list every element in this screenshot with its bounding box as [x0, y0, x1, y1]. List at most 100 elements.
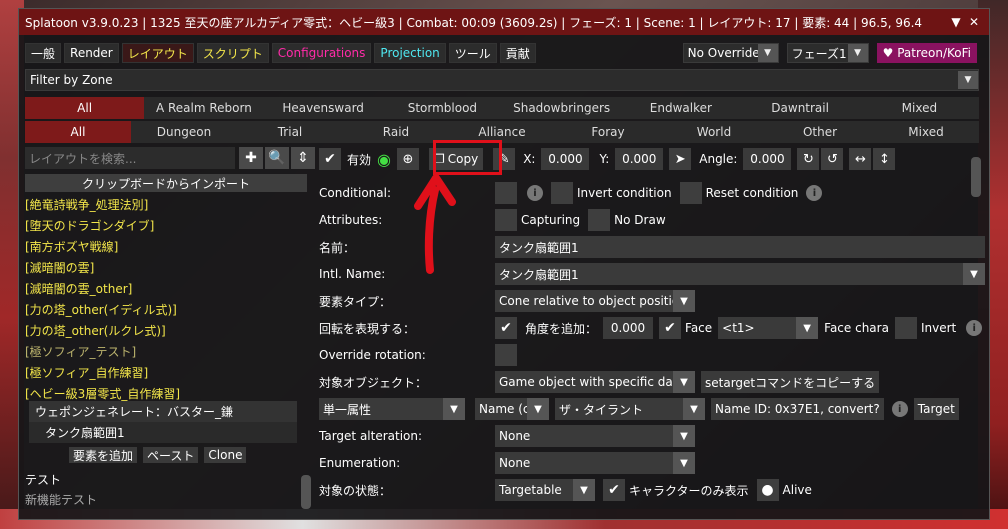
- override-rotation-checkbox[interactable]: [495, 344, 517, 366]
- chevron-down-icon[interactable]: ▼: [673, 452, 695, 474]
- expansion-arr[interactable]: A Realm Reborn: [144, 97, 264, 119]
- tab-layouts[interactable]: レイアウト: [121, 43, 194, 63]
- angle-input[interactable]: 0.000: [743, 148, 792, 170]
- no-draw-checkbox[interactable]: [588, 209, 611, 231]
- x-input[interactable]: 0.000: [541, 148, 590, 170]
- flip-vertical-icon[interactable]: ↕: [873, 148, 896, 170]
- title-bar[interactable]: Splatoon v3.9.0.23 | 1325 至天の座アルカディア零式：ヘ…: [19, 9, 989, 35]
- close-icon[interactable]: ✕: [965, 15, 983, 29]
- add-element-button[interactable]: 要素を追加: [69, 447, 138, 463]
- info-icon[interactable]: i: [891, 401, 908, 417]
- intl-name-combo[interactable]: タンク扇範囲1 ▼: [495, 263, 985, 285]
- expansion-dt[interactable]: Dawntrail: [740, 97, 860, 119]
- target-state-combo[interactable]: Targetable ▼: [495, 479, 595, 501]
- list-item[interactable]: [滅暗闇の雲_other]: [25, 278, 307, 299]
- name-type-combo[interactable]: Name (c ▼: [475, 398, 549, 420]
- chevron-down-icon[interactable]: ▼: [963, 263, 985, 285]
- collapse-icon[interactable]: ▼: [947, 15, 965, 29]
- expansion-all[interactable]: All: [25, 97, 145, 119]
- eye-icon[interactable]: ◉: [377, 150, 391, 169]
- clone-button[interactable]: Clone: [204, 447, 247, 463]
- target-object-combo[interactable]: Game object with specific data ▼: [495, 371, 695, 393]
- name-id-button[interactable]: Name ID: 0x37E1, convert?: [711, 398, 884, 420]
- expansion-shb[interactable]: Shadowbringers: [502, 97, 622, 119]
- info-icon[interactable]: i: [527, 185, 543, 201]
- y-input[interactable]: 0.000: [615, 148, 664, 170]
- expansion-ew[interactable]: Endwalker: [621, 97, 741, 119]
- chara-only-checkbox[interactable]: ✔: [603, 479, 625, 501]
- flip-horizontal-icon[interactable]: ↔: [849, 148, 872, 170]
- zone-filter-combo[interactable]: Filter by Zone ▼: [25, 69, 979, 91]
- conditional-checkbox[interactable]: [495, 182, 517, 204]
- scrollbar[interactable]: [971, 157, 981, 197]
- category-foray[interactable]: Foray: [555, 121, 661, 143]
- rotation-checkbox[interactable]: ✔: [495, 317, 517, 339]
- tab-configurations[interactable]: Configurations: [271, 43, 372, 63]
- expansion-sb[interactable]: Stormblood: [382, 97, 502, 119]
- chevron-down-icon[interactable]: ▼: [757, 44, 778, 62]
- layout-search-input[interactable]: レイアウトを検索...: [25, 147, 235, 169]
- list-item[interactable]: [南方ボズヤ戦線]: [25, 236, 307, 257]
- import-clipboard-button[interactable]: クリップボードからインポート: [25, 174, 307, 192]
- category-mixed[interactable]: Mixed: [873, 121, 979, 143]
- sort-icon[interactable]: ⇕: [291, 147, 315, 169]
- chevron-down-icon[interactable]: ▼: [527, 398, 549, 420]
- enabled-checkbox[interactable]: ✔: [319, 148, 341, 170]
- element-type-combo[interactable]: Cone relative to object position ▼: [495, 290, 695, 312]
- invert-condition-checkbox[interactable]: [551, 182, 573, 204]
- expansion-hw[interactable]: Heavensward: [263, 97, 383, 119]
- list-item[interactable]: テスト: [25, 471, 61, 488]
- chevron-down-icon[interactable]: ▼: [673, 425, 695, 447]
- tab-scripts[interactable]: スクリプト: [196, 43, 269, 63]
- category-trial[interactable]: Trial: [237, 121, 343, 143]
- face-checkbox[interactable]: ✔: [659, 317, 682, 339]
- cursor-icon[interactable]: ➤: [669, 148, 692, 170]
- tab-contribute[interactable]: 貢献: [499, 43, 536, 63]
- tab-tools[interactable]: ツール: [448, 43, 497, 63]
- reset-condition-checkbox[interactable]: [679, 182, 702, 204]
- phase-combo[interactable]: フェーズ1 ▼: [786, 43, 869, 63]
- enumeration-combo[interactable]: None ▼: [495, 452, 695, 474]
- add-angle-input[interactable]: 0.000: [603, 317, 654, 339]
- add-layout-button[interactable]: ✚: [239, 147, 263, 169]
- tab-render[interactable]: Render: [64, 43, 119, 63]
- target-button[interactable]: Target: [913, 398, 959, 420]
- target-alteration-combo[interactable]: None ▼: [495, 425, 695, 447]
- expansion-mixed[interactable]: Mixed: [859, 97, 979, 119]
- list-item[interactable]: 新機能テスト: [25, 491, 97, 508]
- override-combo[interactable]: No Override ▼: [682, 43, 779, 63]
- category-dungeon[interactable]: Dungeon: [131, 121, 237, 143]
- chevron-down-icon[interactable]: ▼: [847, 44, 868, 62]
- tab-general[interactable]: 一般: [25, 43, 62, 63]
- zoom-search-icon[interactable]: 🔍: [265, 147, 289, 169]
- list-item[interactable]: [堕天のドラゴンダイブ]: [25, 215, 307, 236]
- info-icon[interactable]: i: [966, 320, 983, 336]
- category-world[interactable]: World: [661, 121, 767, 143]
- list-item[interactable]: [滅暗闇の雲]: [25, 257, 307, 278]
- globe-icon[interactable]: ⊕: [396, 148, 419, 170]
- list-item[interactable]: [絶竜詩戦争_処理法別]: [25, 194, 307, 215]
- list-item[interactable]: [力の塔_other(ルクレ式)]: [25, 320, 307, 341]
- patreon-button[interactable]: ♥ Patreon/KoFi: [876, 43, 977, 63]
- element-item[interactable]: ウェポンジェネレート：バスター_鎌: [29, 401, 297, 422]
- invert-checkbox[interactable]: [894, 317, 917, 339]
- info-icon[interactable]: i: [806, 185, 823, 201]
- tab-projection[interactable]: Projection: [374, 43, 446, 63]
- copy-settarget-button[interactable]: setargetコマンドをコピーする: [701, 371, 880, 393]
- chevron-down-icon[interactable]: ▼: [673, 371, 695, 393]
- name-input[interactable]: タンク扇範囲1: [495, 236, 985, 258]
- chevron-down-icon[interactable]: ▼: [573, 479, 595, 501]
- rotate-ccw-icon[interactable]: ↺: [821, 148, 844, 170]
- face-combo[interactable]: <t1> ▼: [718, 317, 819, 339]
- chevron-down-icon[interactable]: ▼: [796, 317, 819, 339]
- chevron-down-icon[interactable]: ▼: [443, 398, 465, 420]
- element-item-selected[interactable]: タンク扇範囲1: [29, 422, 297, 443]
- alive-checkbox[interactable]: ●: [756, 479, 779, 501]
- chevron-down-icon[interactable]: ▼: [683, 398, 705, 420]
- rotate-cw-icon[interactable]: ↻: [797, 148, 820, 170]
- category-other[interactable]: Other: [767, 121, 873, 143]
- paste-button[interactable]: ペースト: [143, 447, 199, 463]
- category-all[interactable]: All: [25, 121, 131, 143]
- single-attribute-combo[interactable]: 単一属性 ▼: [319, 398, 465, 420]
- list-item[interactable]: [極ソフィア_テスト]: [25, 341, 307, 362]
